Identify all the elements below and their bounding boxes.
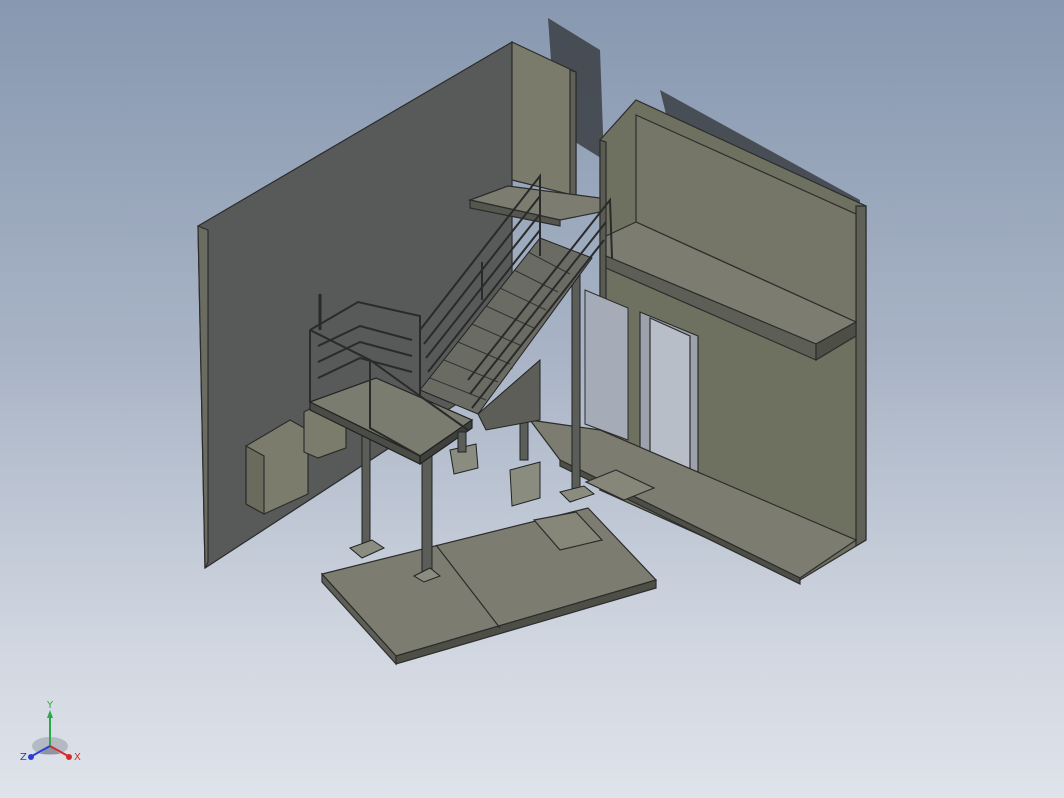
y-arrow-icon [47,710,53,718]
y-axis-label: Y [46,700,54,711]
cad-viewport[interactable]: Y X Z [0,0,1064,798]
back-opening [584,289,629,441]
x-axis-label: X [74,752,81,763]
x-arrow-icon [66,754,72,760]
orientation-triad[interactable]: Y X Z [18,700,88,770]
z-arrow-icon [28,754,34,760]
isometric-model[interactable] [0,0,1064,798]
ground-slab[interactable] [320,507,658,666]
landing-supports [457,431,467,453]
doorway-opening[interactable] [639,311,699,475]
z-axis-label: Z [20,752,27,763]
